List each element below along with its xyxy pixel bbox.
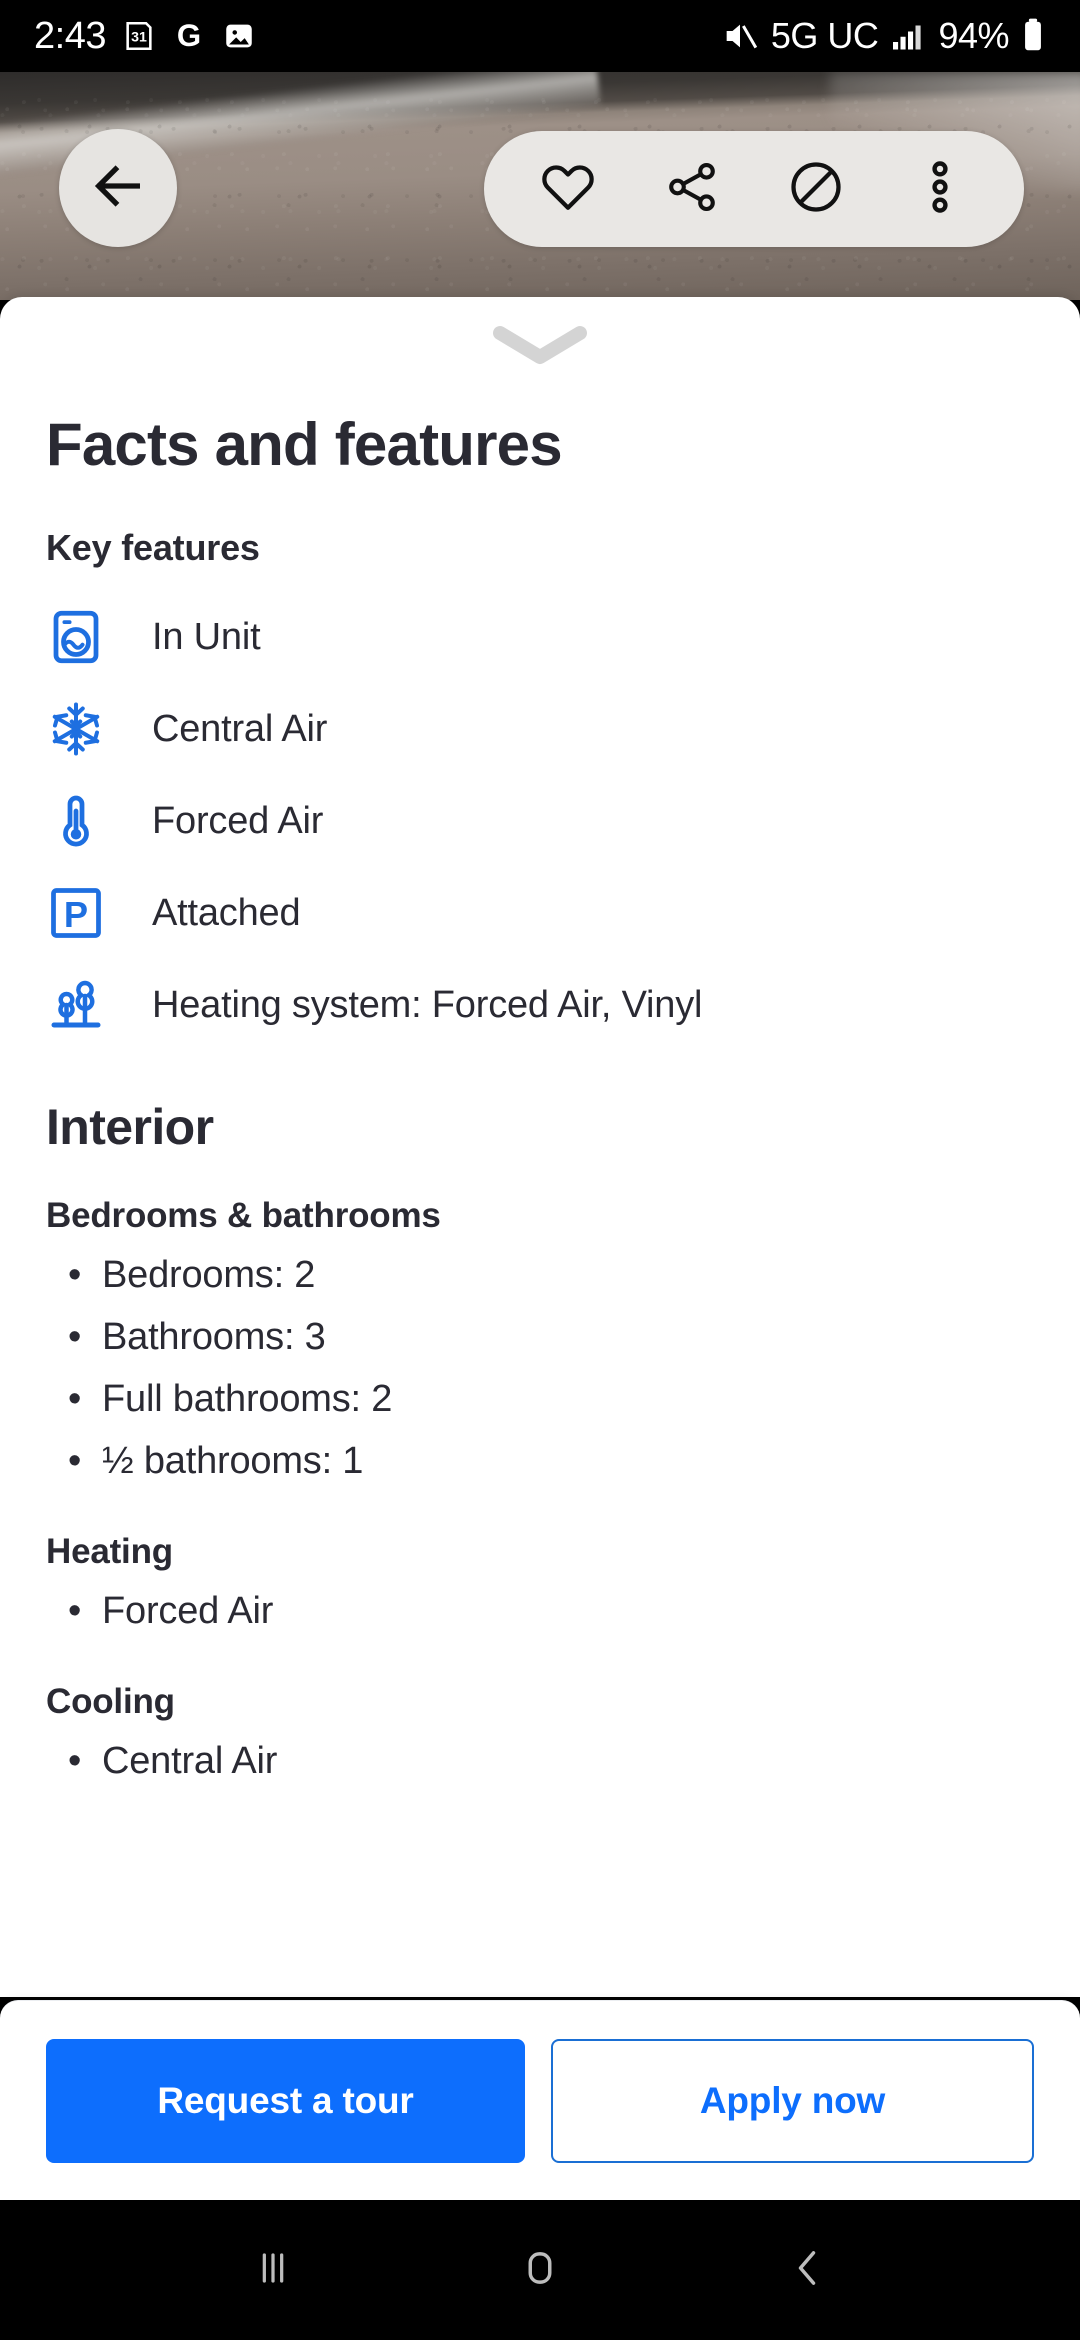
key-features-heading: Key features (46, 527, 260, 568)
volume-mute-icon (720, 16, 760, 56)
battery-icon (1020, 17, 1046, 55)
block-circle-slash-icon (786, 157, 846, 222)
key-feature-row: Forced Air (46, 775, 1034, 867)
interior-section: Heating • Forced Air (46, 1532, 1034, 1642)
key-feature-label: In Unit (152, 615, 261, 658)
photos-icon (222, 19, 256, 53)
list-item: • Bedrooms: 2 (46, 1244, 1034, 1306)
back-button-system[interactable] (762, 2225, 852, 2315)
bullet-glyph: • (68, 1316, 82, 1358)
list-item: • Bathrooms: 3 (46, 1306, 1034, 1368)
interior-heading: Interior (46, 1099, 214, 1155)
section-heading: Cooling (46, 1682, 175, 1721)
recents-icon (247, 2242, 299, 2299)
key-feature-row: Heating system: Forced Air, Vinyl (46, 959, 1034, 1051)
key-feature-label: Central Air (152, 707, 328, 750)
key-feature-row: P Attached (46, 867, 1034, 959)
snowflake-icon (46, 699, 124, 759)
phone-screen: 2:43 31 G 5G UC 94% Facts and features K… (0, 0, 1080, 2340)
google-g-icon: G (172, 19, 206, 53)
cta-bar: Request a tour Apply now (0, 2000, 1080, 2200)
bullet-glyph: • (68, 1254, 82, 1296)
facts-and-features-sheet: Facts and features Key features In Unit (0, 297, 1080, 1997)
hide-listing-button[interactable] (773, 146, 859, 232)
svg-text:G: G (177, 19, 201, 53)
status-bar: 2:43 31 G 5G UC 94% (0, 0, 1080, 72)
svg-text:31: 31 (131, 30, 147, 46)
status-time: 2:43 (34, 14, 106, 57)
key-feature-label: Heating system: Forced Air, Vinyl (152, 983, 703, 1026)
list-item-label: Bedrooms: 2 (102, 1254, 316, 1296)
heart-icon (538, 157, 598, 222)
apply-now-button[interactable]: Apply now (551, 2038, 1034, 2163)
key-feature-row: Central Air (46, 683, 1034, 775)
chevron-down-icon (492, 325, 588, 370)
network-type: 5G UC (770, 15, 879, 56)
battery-percent: 94% (938, 15, 1009, 56)
calendar-31-icon: 31 (122, 19, 156, 53)
page-title: Facts and features (46, 411, 563, 478)
bullet-glyph: • (68, 1740, 82, 1782)
bullet-glyph: • (68, 1590, 82, 1632)
sheet-content: Facts and features Key features In Unit (0, 410, 1080, 1792)
home-icon (514, 2242, 566, 2299)
bullet-list: • Bedrooms: 2 • Bathrooms: 3 • Full bath… (46, 1244, 1034, 1492)
interior-section: Cooling • Central Air (46, 1682, 1034, 1792)
request-tour-button[interactable]: Request a tour (46, 2038, 525, 2163)
favorite-button[interactable] (525, 146, 611, 232)
key-features-list: In Unit Central Air Forced Air P Attache… (46, 591, 1034, 1051)
listing-actions-pill (484, 131, 1024, 247)
list-item: • Full bathrooms: 2 (46, 1368, 1034, 1430)
sheet-drag-handle[interactable] (0, 297, 1080, 370)
android-nav-bar (0, 2200, 1080, 2340)
list-item-label: Forced Air (102, 1590, 274, 1632)
back-chevron-icon (781, 2242, 833, 2299)
list-item-label: ½ bathrooms: 1 (102, 1440, 364, 1482)
listing-photo-header (0, 72, 1080, 300)
home-button[interactable] (495, 2225, 585, 2315)
list-item-label: Central Air (102, 1740, 278, 1782)
interior-section: Bedrooms & bathrooms • Bedrooms: 2 • Bat… (46, 1196, 1034, 1492)
overflow-menu-icon (918, 156, 962, 223)
signal-bars-icon (889, 18, 927, 54)
section-heading: Heating (46, 1532, 173, 1571)
status-bar-right: 5G UC 94% (720, 15, 1046, 57)
section-heading: Bedrooms & bathrooms (46, 1196, 441, 1235)
thermometer-icon (46, 791, 124, 851)
bullet-glyph: • (68, 1378, 82, 1420)
svg-text:P: P (64, 894, 88, 935)
list-item: • Central Air (46, 1730, 1034, 1792)
bullet-list: • Forced Air (46, 1580, 1034, 1642)
status-bar-left: 2:43 31 G (34, 15, 256, 58)
key-feature-label: Attached (152, 891, 301, 934)
bullet-list: • Central Air (46, 1730, 1034, 1792)
key-feature-row: In Unit (46, 591, 1034, 683)
bullet-glyph: • (68, 1440, 82, 1482)
list-item: • ½ bathrooms: 1 (46, 1430, 1034, 1492)
list-item-label: Bathrooms: 3 (102, 1316, 326, 1358)
washer-dryer-icon (46, 607, 124, 667)
trees-landscape-icon (46, 975, 124, 1035)
list-item-label: Full bathrooms: 2 (102, 1378, 393, 1420)
share-icon (663, 158, 721, 221)
arrow-left-icon (89, 157, 147, 220)
recents-button[interactable] (228, 2225, 318, 2315)
key-feature-label: Forced Air (152, 799, 324, 842)
share-button[interactable] (649, 146, 735, 232)
list-item: • Forced Air (46, 1580, 1034, 1642)
back-button[interactable] (59, 129, 177, 247)
parking-p-icon: P (46, 883, 124, 943)
more-options-button[interactable] (897, 146, 983, 232)
